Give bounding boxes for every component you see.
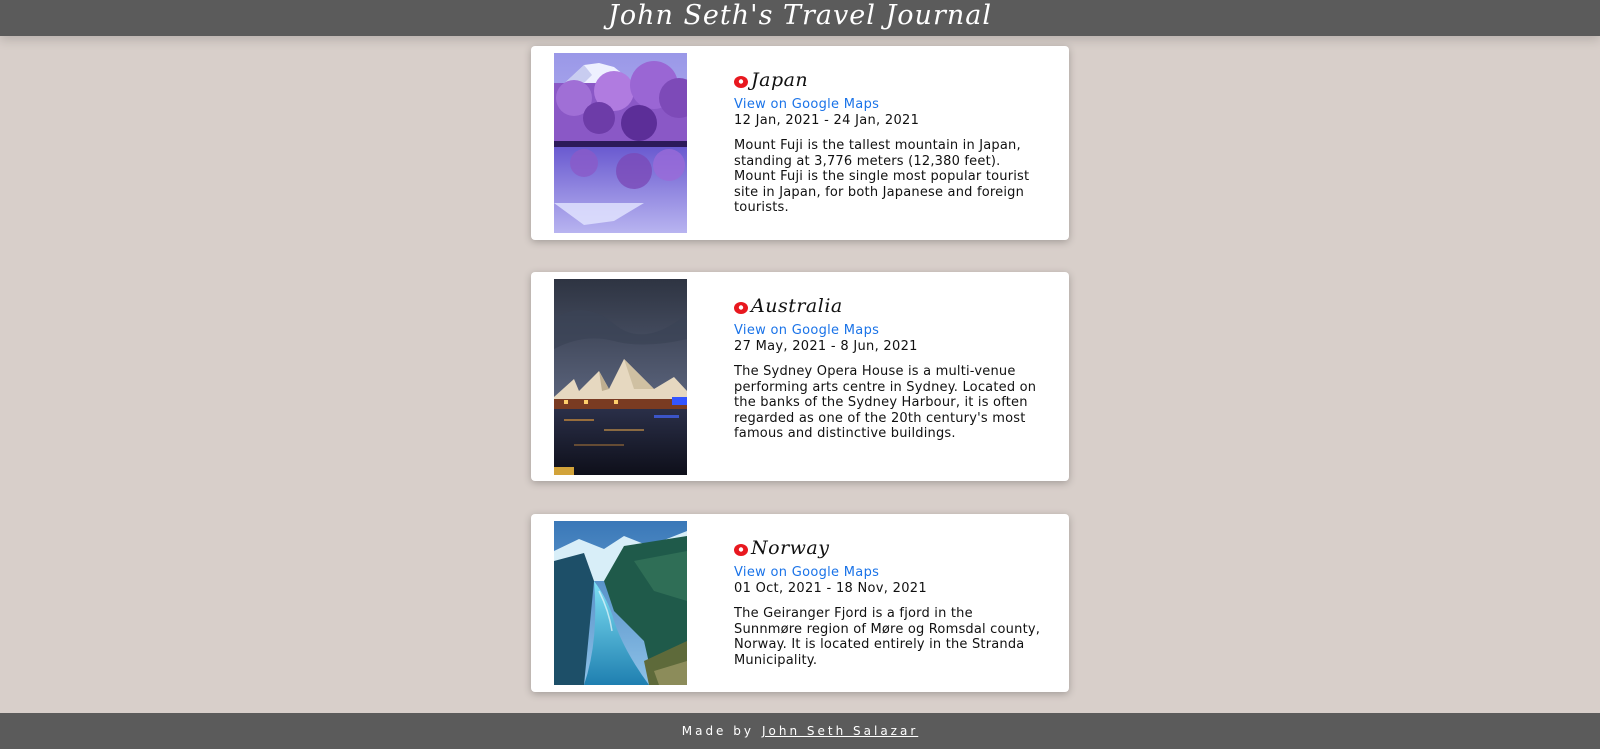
entry-description: The Sydney Opera House is a multi-venue … <box>734 364 1037 442</box>
entry-title-row: Japan <box>734 68 1044 92</box>
entry-description: The Geiranger Fjord is a fjord in the Su… <box>734 606 1041 668</box>
google-maps-link[interactable]: View on Google Maps <box>734 565 1044 580</box>
entry-place-name: Norway <box>751 537 830 559</box>
location-pin-icon <box>734 75 748 88</box>
location-pin-icon <box>734 543 748 556</box>
entry-photo <box>554 53 687 233</box>
entry-dates: 01 Oct, 2021 - 18 Nov, 2021 <box>734 581 927 596</box>
entry-title-row: Australia <box>734 294 1044 318</box>
footer-made-by: Made by <box>681 724 754 738</box>
author-link[interactable]: John Seth Salazar <box>762 724 918 738</box>
entry-card-japan: Japan View on Google Maps 12 Jan, 2021 -… <box>531 46 1069 240</box>
entry-place-name: Japan <box>751 69 809 91</box>
entry-content: Australia View on Google Maps 27 May, 20… <box>734 294 1044 442</box>
entry-photo <box>554 521 687 685</box>
entry-place-name: Australia <box>751 295 843 317</box>
entry-card-norway: Norway View on Google Maps 01 Oct, 2021 … <box>531 514 1069 692</box>
entry-title-row: Norway <box>734 536 1044 560</box>
entry-content: Japan View on Google Maps 12 Jan, 2021 -… <box>734 68 1044 216</box>
google-maps-link[interactable]: View on Google Maps <box>734 97 1044 112</box>
entry-card-australia: Australia View on Google Maps 27 May, 20… <box>531 272 1069 481</box>
entry-description: Mount Fuji is the tallest mountain in Ja… <box>734 138 1030 216</box>
entry-photo <box>554 279 687 475</box>
entry-content: Norway View on Google Maps 01 Oct, 2021 … <box>734 536 1044 668</box>
google-maps-link[interactable]: View on Google Maps <box>734 323 1044 338</box>
location-pin-icon <box>734 301 748 314</box>
entry-dates: 27 May, 2021 - 8 Jun, 2021 <box>734 339 918 354</box>
entry-dates: 12 Jan, 2021 - 24 Jan, 2021 <box>734 113 920 128</box>
site-header: John Seth's Travel Journal <box>0 0 1600 36</box>
page-title: John Seth's Travel Journal <box>608 0 992 31</box>
site-footer: Made by John Seth Salazar <box>0 713 1600 749</box>
